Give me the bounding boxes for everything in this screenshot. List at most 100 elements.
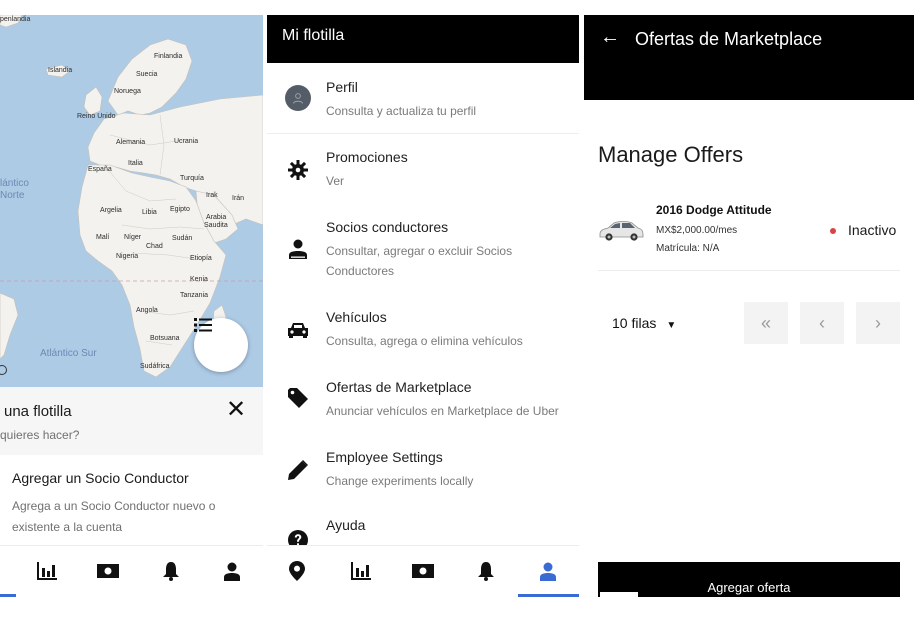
vehicle-price: MX$2,000.00/mes (656, 225, 738, 236)
menu-item-marketplace-offers[interactable]: Ofertas de Marketplace Anunciar vehículo… (267, 363, 579, 433)
driver-icon (285, 236, 311, 262)
bell-icon (478, 561, 494, 581)
menu-item-desc: Change experiments locally (326, 474, 474, 488)
menu-item-drivers[interactable]: Socios conductores Consultar, agregar o … (267, 203, 579, 293)
back-arrow-icon[interactable]: ← (600, 27, 620, 47)
chevron-down-icon: ▼ (666, 320, 677, 331)
menu-item-desc: Consultar, agregar o excluir Socios Cond… (326, 244, 513, 278)
map-label: Arabia (206, 214, 227, 221)
vehicle-name: 2016 Dodge Attitude (656, 203, 772, 217)
tab-account[interactable] (537, 560, 559, 582)
car-icon (285, 317, 311, 343)
menu-item-promotions[interactable]: Promociones Ver (267, 133, 579, 203)
map-label: Egipto (170, 206, 190, 213)
menu-item-title: Ayuda (326, 517, 366, 533)
map-label: Islandia (48, 67, 73, 74)
car-thumbnail (599, 221, 644, 241)
map-label: Angola (136, 307, 158, 314)
menu-item-desc: Consulta y actualiza tu perfil (326, 104, 477, 118)
button-overlay (600, 592, 638, 597)
map-label: Chad (146, 243, 163, 250)
map-label: Alemania (116, 139, 146, 146)
map-label: Kenia (190, 276, 208, 283)
person-icon (224, 562, 240, 581)
map-label: Reino Unido (77, 113, 116, 120)
menu-item-desc: Consulta, agrega o elimina vehículos (326, 334, 523, 348)
app-header: ← Ofertas de Marketplace (584, 15, 914, 100)
map-label: Nigeria (116, 253, 139, 260)
option-description: Agrega a un Socio Conductor nuevo o exis… (12, 499, 216, 534)
map-label: Noruega (114, 88, 141, 95)
sheet-title: una flotilla (4, 403, 72, 420)
status-badge: Inactivo (848, 222, 897, 238)
tab-stats[interactable] (36, 560, 58, 582)
next-page-button[interactable]: › (856, 302, 900, 344)
tab-notifications[interactable] (160, 560, 182, 582)
rows-per-page-label: 10 filas (612, 315, 657, 331)
divider (598, 270, 900, 271)
close-icon[interactable]: ✕ (226, 398, 246, 422)
bell-icon (163, 561, 179, 581)
menu-item-title: Vehículos (326, 309, 387, 325)
chart-icon (351, 562, 371, 580)
map-label: Suecia (136, 71, 158, 78)
active-tab-indicator (518, 594, 579, 597)
add-driver-option[interactable]: Agregar un Socio Conductor Agrega a un S… (12, 470, 252, 538)
location-icon (289, 561, 305, 581)
map-label: Turquía (180, 175, 204, 182)
tab-map[interactable] (286, 560, 308, 582)
menu-item-desc: Ver (326, 174, 345, 188)
app-header: Mi flotilla (267, 15, 579, 63)
world-map[interactable]: penlandia Finlandia Islandia Suecia Noru… (0, 15, 263, 387)
money-icon (412, 564, 434, 578)
bottom-tab-bar (267, 545, 579, 597)
map-label: Níger (124, 234, 142, 241)
map-label: lántico (0, 178, 29, 189)
list-icon (194, 318, 212, 332)
tab-stats[interactable] (350, 560, 372, 582)
map-label: Irán (232, 195, 245, 202)
tab-notifications[interactable] (475, 560, 497, 582)
prev-page-button[interactable]: ‹ (800, 302, 844, 344)
menu-item-title: Socios conductores (326, 219, 449, 235)
list-view-button[interactable] (194, 318, 248, 372)
marketplace-offers-screen: ← Ofertas de Marketplace Manage Offers 2… (584, 15, 914, 597)
map-label: Etiopía (190, 255, 212, 262)
tab-account[interactable] (221, 560, 243, 582)
menu-item-desc: Anunciar vehículos en Marketplace de Ube… (326, 404, 559, 418)
tab-earnings[interactable] (97, 560, 119, 582)
menu-item-employee-settings[interactable]: Employee Settings Change experiments loc… (267, 433, 579, 503)
fleet-menu-screen: Mi flotilla Perfil Consulta y actualiza … (267, 15, 579, 597)
map-label: Argelia (100, 207, 122, 214)
map-label: España (88, 166, 112, 173)
tag-icon (285, 385, 311, 411)
menu-item-profile[interactable]: Perfil Consulta y actualiza tu perfil (267, 63, 579, 133)
pencil-icon (285, 457, 311, 483)
map-label: Saudita (204, 222, 228, 229)
map-screen: penlandia Finlandia Islandia Suecia Noru… (0, 15, 263, 597)
menu-item-title: Ofertas de Marketplace (326, 379, 472, 395)
rows-per-page-select[interactable]: 10 filas ▼ (612, 315, 676, 331)
map-label: Botsuana (150, 335, 180, 342)
active-tab-indicator (0, 594, 16, 597)
menu-item-vehicles[interactable]: Vehículos Consulta, agrega o elimina veh… (267, 293, 579, 363)
map-label: Finlandia (154, 53, 183, 60)
vehicle-plate: Matrícula: N/A (656, 243, 720, 254)
status-dot-icon (830, 228, 836, 234)
section-heading: Manage Offers (598, 142, 744, 167)
map-label: Atlántico Sur (40, 348, 97, 359)
menu-item-help[interactable]: Ayuda (267, 503, 579, 550)
menu-item-title: Promociones (326, 149, 408, 165)
map-label: Malí (96, 234, 110, 241)
map-label: penlandia (0, 16, 31, 23)
first-page-button[interactable]: « (744, 302, 788, 344)
map-label: Libia (142, 209, 157, 216)
add-offer-label: Agregar oferta (707, 580, 791, 595)
add-offer-button[interactable]: Agregar oferta (598, 562, 900, 597)
sheet-subtitle: quieres hacer? (0, 428, 80, 442)
person-icon (540, 562, 556, 581)
page-title: Mi flotilla (282, 27, 345, 44)
avatar (285, 85, 311, 111)
page-title: Ofertas de Marketplace (635, 29, 823, 49)
tab-earnings[interactable] (412, 560, 434, 582)
